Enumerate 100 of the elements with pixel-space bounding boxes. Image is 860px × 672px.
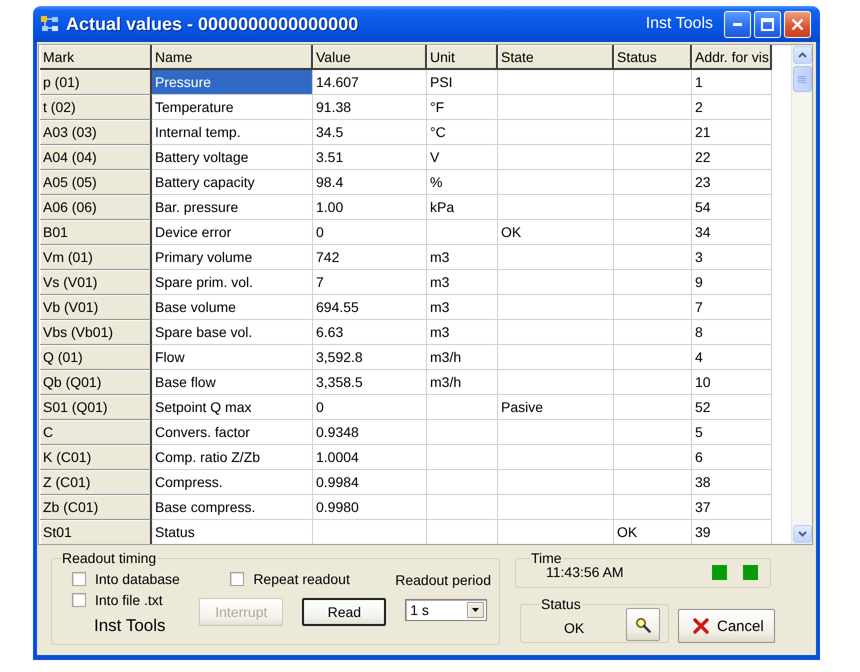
table-cell: 14.607 [313, 70, 427, 95]
table-cell: 38 [692, 470, 772, 495]
checkbox[interactable] [72, 572, 86, 586]
table-cell: 91.38 [313, 95, 427, 120]
table-cell: Battery capacity [152, 170, 313, 195]
row-header-cell: S01 (Q01) [40, 395, 152, 420]
table-cell: Bar. pressure [152, 195, 313, 220]
table-cell: 3,358.5 [313, 370, 427, 395]
caret-icon [472, 608, 480, 612]
time-value: 11:43:56 AM [546, 564, 624, 580]
table-cell: Flow [152, 345, 313, 370]
window-title: Actual values - 0000000000000000 [66, 14, 358, 34]
row-header-cell: Vb (V01) [40, 295, 152, 320]
table-cell: 9 [692, 270, 772, 295]
table-cell: 1.00 [313, 195, 427, 220]
table-cell: 3,592.8 [313, 345, 427, 370]
row-header-cell: Z (C01) [40, 470, 152, 495]
cancel-button[interactable]: Cancel [678, 609, 775, 643]
row-header-cell: p (01) [40, 70, 152, 95]
search-icon [635, 616, 651, 632]
table-cell: Device error [152, 220, 313, 245]
table-cell: Base flow [152, 370, 313, 395]
table-cell: 8 [692, 320, 772, 345]
row-header-cell: A03 (03) [40, 120, 152, 145]
table-cell: Base volume [152, 295, 313, 320]
period-dropdown[interactable]: 1 s [405, 599, 488, 621]
table-cell: Primary volume [152, 245, 313, 270]
table-cell: kPa [427, 195, 498, 220]
minimize-icon [733, 22, 742, 26]
row-header-cell: Zb (C01) [40, 495, 152, 520]
table-cell: 742 [313, 245, 427, 270]
table-cell: 1 [692, 70, 772, 95]
table-cell: 4 [692, 345, 772, 370]
brand-label: Inst Tools [94, 616, 166, 636]
table-cell: Spare prim. vol. [152, 270, 313, 295]
table-cell: 7 [692, 295, 772, 320]
table-cell: V [427, 145, 498, 170]
table-cell: 54 [692, 195, 772, 220]
table-cell: 34 [692, 220, 772, 245]
close-icon [791, 18, 804, 30]
dropdown-button[interactable] [467, 602, 484, 618]
close-button[interactable] [784, 10, 811, 38]
checkbox-label[interactable]: Into database [95, 571, 180, 587]
table-cell: 22 [692, 145, 772, 170]
column-header: Unit [427, 45, 498, 70]
table-cell: 7 [313, 270, 427, 295]
table-cell: Convers. factor [152, 420, 313, 445]
table-cell: 0 [313, 220, 427, 245]
table-cell: 3 [692, 245, 772, 270]
table-cell: 52 [692, 395, 772, 420]
maximize-button[interactable] [754, 10, 781, 38]
chevron-down-icon [798, 531, 806, 537]
maximize-icon [761, 18, 774, 30]
row-header-cell: t (02) [40, 95, 152, 120]
scrollbar[interactable] [791, 45, 812, 544]
checkbox-label[interactable]: Into file .txt [95, 592, 163, 608]
table-cell: 37 [692, 495, 772, 520]
table-cell: Setpoint Q max [152, 395, 313, 420]
row-header-cell: A04 (04) [40, 145, 152, 170]
table-cell: m3 [427, 245, 498, 270]
table-cell: Internal temp. [152, 120, 313, 145]
group-title: Readout timing [61, 550, 158, 566]
table-cell: 0.9984 [313, 470, 427, 495]
checkbox[interactable] [230, 572, 244, 586]
table-cell: m3 [427, 295, 498, 320]
table-cell: PSI [427, 70, 498, 95]
scrollbar-thumb[interactable] [792, 66, 812, 92]
table-cell: 0.9980 [313, 495, 427, 520]
table-cell: Spare base vol. [152, 320, 313, 345]
checkbox[interactable] [72, 593, 86, 607]
table-cell: m3 [427, 270, 498, 295]
search-button[interactable] [626, 608, 660, 641]
minimize-button[interactable] [724, 10, 751, 38]
table-cell: m3/h [427, 370, 498, 395]
checkbox-label[interactable]: Repeat readout [253, 571, 350, 587]
table-cell: Battery voltage [152, 145, 313, 170]
table-cell: °C [427, 120, 498, 145]
table-cell: m3 [427, 320, 498, 345]
table-cell: Compress. [152, 470, 313, 495]
table-cell: Temperature [152, 95, 313, 120]
table-cell: 98.4 [313, 170, 427, 195]
table-cell: 0 [313, 395, 427, 420]
scroll-down-button[interactable] [792, 525, 812, 543]
table-cell: 6.63 [313, 320, 427, 345]
column-header: State [498, 45, 614, 70]
row-header-cell: Q (01) [40, 345, 152, 370]
status-value: OK [564, 620, 584, 636]
row-header-cell: A06 (06) [40, 195, 152, 220]
table-cell: 1.0004 [313, 445, 427, 470]
scroll-up-button[interactable] [792, 46, 812, 64]
row-header-cell: B01 [40, 220, 152, 245]
row-header-cell: Vbs (Vb01) [40, 320, 152, 345]
field-label: Readout period [395, 572, 491, 588]
row-header-cell: Vm (01) [40, 245, 152, 270]
squares-icon [40, 15, 60, 33]
table-cell: Base compress. [152, 495, 313, 520]
table-cell: 21 [692, 120, 772, 145]
read-button[interactable]: Read [302, 598, 386, 626]
column-header: Mark [40, 45, 152, 70]
column-header: Value [313, 45, 427, 70]
